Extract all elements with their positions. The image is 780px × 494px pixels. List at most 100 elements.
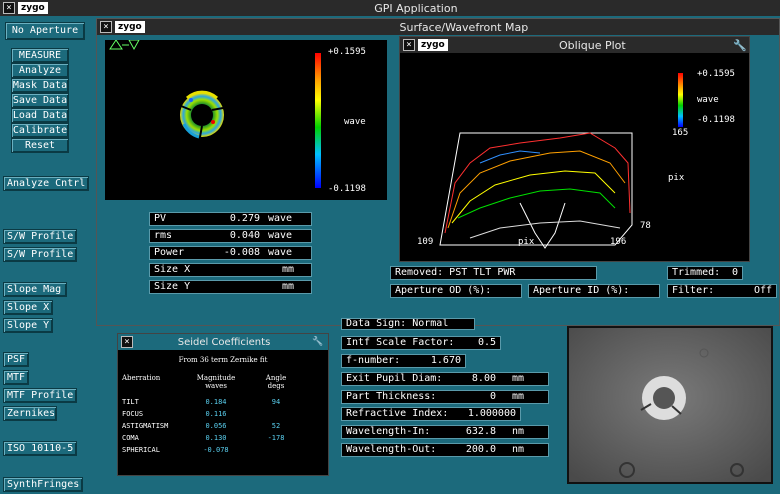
param-label: Refractive Index: [346,408,449,419]
param-value: 200.0 [465,444,496,455]
axis-label-165: 165 [672,128,689,138]
row-mag: 0.184 [205,398,227,406]
axis-label-pix-y: pix [668,173,685,183]
wavelength-in-field[interactable]: Wavelength-In: 632.8 nm [341,425,549,439]
mask-tool-icon[interactable] [109,39,140,51]
aperture-od-field[interactable]: Aperture OD (%): [390,284,522,298]
oblique-title-bar: × zygo Oblique Plot 🔧 [400,37,749,53]
wrench-icon[interactable]: 🔧 [733,39,747,52]
synthfringes-button[interactable]: SynthFringes [3,477,83,492]
table-row: SPHERICAL -0.078 [118,446,328,458]
load-data-button[interactable]: Load Data [11,108,69,123]
axis-label-78: 78 [640,221,651,231]
close-icon[interactable]: × [403,39,415,51]
axis-label-196: 196 [610,237,627,247]
exit-pupil-field[interactable]: Exit Pupil Diam: 8.00 mm [341,372,549,386]
stat-label: Power [154,247,185,258]
slope-mag-button[interactable]: Slope Mag [3,282,67,297]
part-thickness-field[interactable]: Part Thickness: 0 mm [341,390,549,404]
command-button-group: MEASURE Analyze Mask Data Save Data Load… [7,45,73,157]
stat-label: PV [154,213,167,224]
param-label: Intf Scale Factor: [346,337,455,348]
wavelength-out-field[interactable]: Wavelength-Out: 200.0 nm [341,443,549,457]
slope-y-button[interactable]: Slope Y [3,318,53,333]
psf-button[interactable]: PSF [3,352,29,367]
param-label: Part Thickness: [346,391,437,402]
oblique-plot-window: × zygo Oblique Plot 🔧 +0.1595 wave -0.11… [399,36,750,262]
row-angle: -178 [267,434,285,442]
seidel-rows: TILT 0.184 94 FOCUS 0.116 ASTIGMATISM 0.056 5… [118,398,328,458]
mtf-button[interactable]: MTF [3,370,29,385]
camera-live-view[interactable] [567,326,773,484]
table-row: COMA 0.130 -178 [118,434,328,446]
param-unit: nm [512,444,525,455]
row-angle [250,410,302,422]
zernikes-button[interactable]: Zernikes [3,406,57,421]
close-icon[interactable]: × [100,21,112,33]
scale-max-label: +0.1595 [328,47,366,57]
row-mag: 0.130 [205,434,227,442]
header-angle: Angle [265,374,287,382]
row-mag: 0.116 [205,410,227,418]
aperture-id-field[interactable]: Aperture ID (%): [528,284,660,298]
close-icon[interactable]: × [3,2,15,14]
stat-unit: wave [268,230,293,241]
scale-unit-label: wave [344,117,366,127]
stat-label: Size X [154,264,191,275]
iso-10110-5-button[interactable]: ISO 10110-5 [3,441,77,456]
oblique-scale-min: -0.1198 [697,115,735,125]
oblique-scale-unit: wave [697,95,719,105]
seidel-title-bar: × Seidel Coefficients 🔧 [118,334,328,350]
mtf-profile-button[interactable]: MTF Profile [3,388,77,403]
sw-profile-button-1[interactable]: S/W Profile [3,229,77,244]
param-label: Exit Pupil Diam: [346,373,443,384]
stat-size-x-row: Size X mm [149,263,312,277]
row-name: FOCUS [122,410,144,418]
f-number-field[interactable]: f-number: 1.670 [341,354,466,368]
oblique-surface [439,132,633,249]
analyze-button[interactable]: Analyze [11,63,69,78]
filter-field[interactable]: Filter: Off [667,284,777,298]
header-magnitude: Magnitude [196,374,236,382]
removed-field: Removed: PST TLT PWR [390,266,597,280]
oblique-color-scale [678,73,683,127]
measure-button[interactable]: MEASURE [11,48,69,63]
param-unit: nm [512,426,525,437]
stat-label: Size Y [154,281,191,292]
wrench-icon[interactable]: 🔧 [312,337,324,347]
seidel-subtitle: From 36 term Zernike fit [178,356,268,364]
window-title: Oblique Plot [559,38,626,52]
stat-value: 0.279 [229,213,260,224]
calibrate-button[interactable]: Calibrate [11,123,69,138]
axis-label-pix-x: pix [518,237,535,247]
surface-map-title-bar: × zygo Surface/Wavefront Map [97,19,779,35]
seidel-unit-row: waves degs [118,382,328,390]
save-data-button[interactable]: Save Data [11,93,69,108]
mask-data-button[interactable]: Mask Data [11,78,69,93]
trimmed-label: Trimmed: [672,267,721,278]
stat-pv-row: PV 0.279 wave [149,212,312,226]
stat-rms-row: rms 0.040 wave [149,229,312,243]
no-aperture-button[interactable]: No Aperture [5,22,85,40]
table-row: ASTIGMATISM 0.056 52 [118,422,328,434]
param-value: 0 [489,391,496,402]
row-name: ASTIGMATISM [122,422,169,430]
color-scale-bar [315,53,321,188]
filter-label: Filter: [672,285,715,296]
oblique-plot-area[interactable]: +0.1595 wave -0.1198 165 pix 78 109 pix … [400,53,749,261]
filter-value: Off [753,285,772,296]
intf-scale-field[interactable]: Intf Scale Factor: 0.5 [341,336,501,350]
data-sign-field[interactable]: Data Sign: Normal [341,318,475,330]
reset-button[interactable]: Reset [11,138,69,153]
zygo-logo: zygo [18,2,48,14]
refractive-index-field[interactable]: Refractive Index: 1.000000 [341,407,521,421]
sw-profile-button-2[interactable]: S/W Profile [3,247,77,262]
slope-x-button[interactable]: Slope X [3,300,53,315]
zygo-logo: zygo [418,39,448,51]
stat-unit: wave [268,247,293,258]
analyze-cntrl-button[interactable]: Analyze Cntrl [3,176,89,191]
close-icon[interactable]: × [121,336,133,348]
stats-group: PV 0.279 wave rms 0.040 wave Power -0.008 wave… [149,212,312,294]
row-angle: 94 [271,398,281,406]
param-unit: mm [512,373,525,384]
